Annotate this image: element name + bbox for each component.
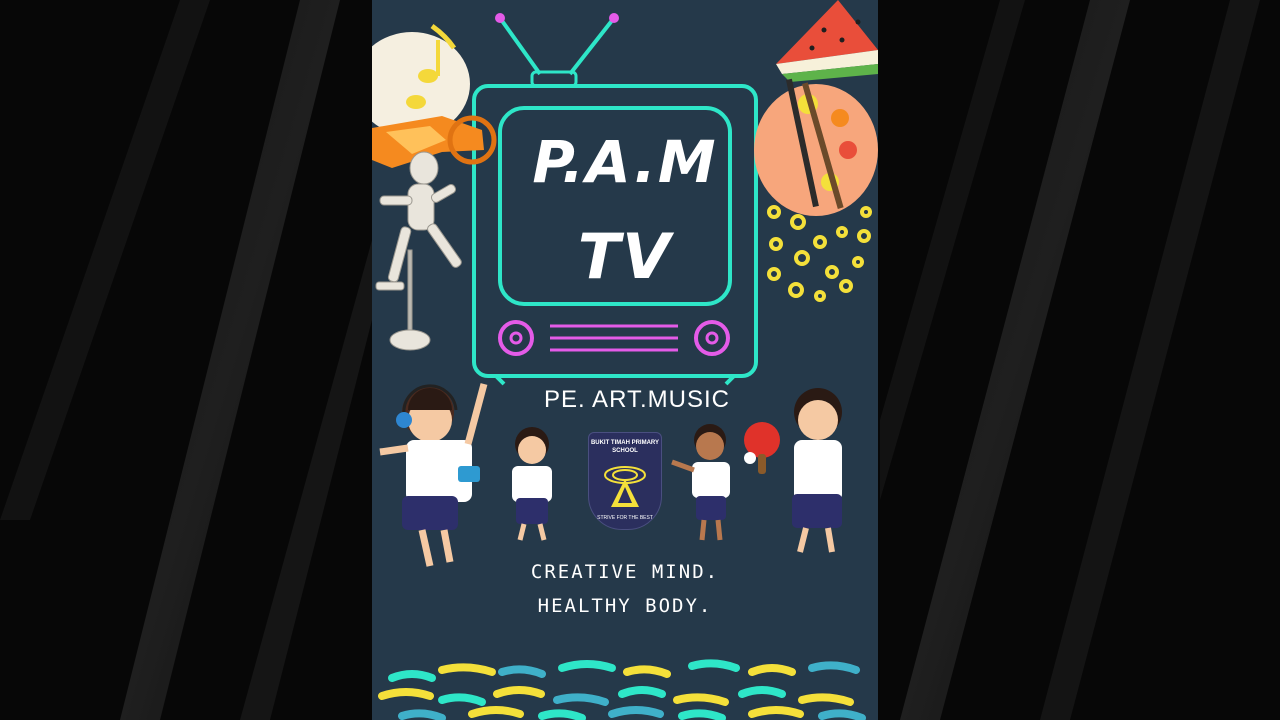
school-badge-motto: STRIVE FOR THE BEST: [597, 515, 653, 521]
pam-tv-poster: P.A.M TV PE. ART.MUSIC BUKIT TIMAH PRIMA…: [372, 0, 878, 720]
tagline-line-2: HEALTHY BODY.: [537, 595, 713, 617]
music-note-icon: [372, 23, 470, 136]
tv-speaker-grille: [550, 324, 678, 352]
tv-knob-left: [498, 320, 534, 356]
brush-stroke-decoration: [378, 659, 866, 720]
wooden-mannequin-icon: [375, 151, 462, 351]
tagline-line-1: CREATIVE MIND.: [530, 561, 720, 583]
paint-palette-icon: [754, 78, 878, 216]
tv-antenna: [498, 16, 616, 76]
child-boy-small: [671, 424, 730, 541]
child-with-headphones: [379, 383, 488, 567]
poster-subtitle: PE. ART.MUSIC: [544, 386, 730, 413]
poster-title-line-2: TV: [577, 220, 673, 293]
tv-knob-right: [694, 320, 730, 356]
watermelon-icon: [776, 0, 878, 82]
school-badge: BUKIT TIMAH PRIMARY SCHOOL STRIVE FOR TH…: [588, 432, 662, 530]
poster-title-line-1: P.A.M: [532, 128, 718, 196]
ping-pong-paddle-icon: [744, 422, 780, 474]
child-girl-small: [512, 427, 552, 541]
yellow-dots-decoration: [767, 205, 872, 302]
